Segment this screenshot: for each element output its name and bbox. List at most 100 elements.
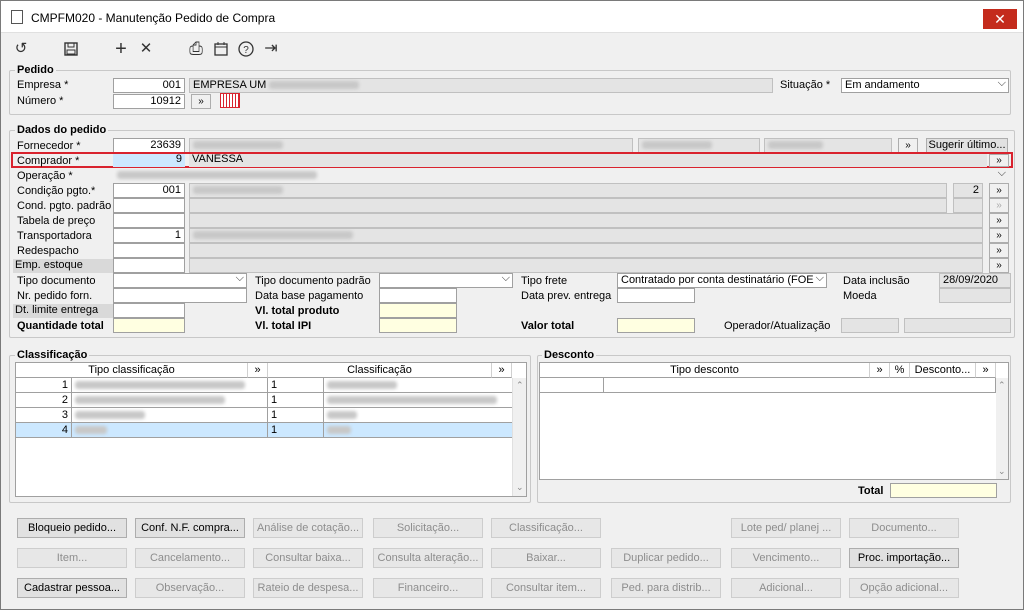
- col-percent[interactable]: %: [890, 363, 910, 378]
- fornecedor-code-field[interactable]: 23639: [113, 138, 185, 153]
- table-row[interactable]: 1 1: [16, 378, 514, 393]
- code-cell: 1: [268, 423, 324, 438]
- col-tipo-desconto[interactable]: Tipo desconto: [540, 363, 870, 378]
- help-icon[interactable]: ?: [236, 39, 256, 59]
- col-classificacao-lookup-button[interactable]: »: [492, 363, 512, 378]
- scroll-down-icon[interactable]: ⌄: [998, 466, 1006, 477]
- col-tipo-classificacao[interactable]: Tipo classificação: [16, 363, 248, 378]
- data-inclusao-label: Data inclusão: [843, 275, 910, 287]
- operador-field: [841, 318, 899, 333]
- desconto-total-field: [890, 483, 997, 498]
- emp-estoque-name-field: [189, 258, 983, 273]
- row-number: 2: [16, 393, 72, 408]
- fornecedor-lookup-button[interactable]: »: [898, 138, 918, 153]
- cadastrar-pessoa-button[interactable]: Cadastrar pessoa...: [17, 578, 127, 598]
- fornecedor-city-field: [764, 138, 892, 153]
- redespacho-lookup-button[interactable]: »: [989, 243, 1009, 258]
- tipo-frete-select[interactable]: Contratado por conta destinatário (FOE: [617, 273, 827, 288]
- undo-icon[interactable]: ↺: [11, 39, 31, 59]
- solicitação-button: Solicitação...: [373, 518, 483, 538]
- tipo-cell: [72, 378, 268, 393]
- item-button: Item...: [17, 548, 127, 568]
- data-prev-field[interactable]: [617, 288, 695, 303]
- exit-icon[interactable]: ⇥: [261, 39, 281, 59]
- operacao-label: Operação *: [17, 170, 73, 182]
- col-classificacao[interactable]: Classificação: [268, 363, 492, 378]
- tipo-documento-select[interactable]: [113, 273, 247, 288]
- delete-icon[interactable]: ✕: [136, 39, 156, 59]
- empresa-code-field[interactable]: 001: [113, 78, 185, 93]
- quantidade-total-label: Quantidade total: [17, 320, 104, 332]
- proc-importação-button[interactable]: Proc. importação...: [849, 548, 959, 568]
- situacao-select[interactable]: Em andamento: [841, 78, 1009, 93]
- cond-padrao-label: Cond. pgto. padrão: [17, 200, 112, 212]
- tipo-doc-padrao-select[interactable]: [379, 273, 513, 288]
- condicao-lookup-button[interactable]: »: [989, 183, 1009, 198]
- emp-estoque-code-field[interactable]: [113, 258, 185, 273]
- vertical-scrollbar[interactable]: ⌃ ⌄: [996, 378, 1008, 479]
- row-number: 4: [16, 423, 72, 438]
- close-button[interactable]: ✕: [983, 9, 1017, 29]
- conf-n-f-compra-button[interactable]: Conf. N.F. compra...: [135, 518, 245, 538]
- condicao-number-field: 2: [953, 183, 983, 198]
- consultar-baixa-button: Consultar baixa...: [253, 548, 363, 568]
- numero-field[interactable]: 10912: [113, 94, 185, 109]
- nr-pedido-field[interactable]: [113, 288, 247, 303]
- condicao-code-field[interactable]: 001: [113, 183, 185, 198]
- calendar-icon[interactable]: [211, 39, 231, 59]
- transportadora-code-field[interactable]: 1: [113, 228, 185, 243]
- dt-limite-field[interactable]: [113, 303, 185, 318]
- col-desconto[interactable]: Desconto...: [910, 363, 976, 378]
- table-row[interactable]: 3 1: [16, 408, 514, 423]
- emp-estoque-label: Emp. estoque: [13, 259, 113, 273]
- print-icon[interactable]: ⎙: [186, 39, 206, 59]
- data-base-label: Data base pagamento: [255, 290, 364, 302]
- tabela-code-field[interactable]: [113, 213, 185, 228]
- scroll-up-icon[interactable]: ⌃: [516, 380, 524, 391]
- ped-para-distrib-button: Ped. para distrib...: [611, 578, 721, 598]
- transportadora-label: Transportadora: [17, 230, 92, 242]
- transportadora-lookup-button[interactable]: »: [989, 228, 1009, 243]
- bloqueio-pedido-button[interactable]: Bloqueio pedido...: [17, 518, 127, 538]
- condicao-name-field: [189, 183, 947, 198]
- desconto-title: Desconto: [542, 349, 597, 361]
- fornecedor-doc-field: [638, 138, 760, 153]
- numero-lookup-button[interactable]: »: [191, 94, 211, 109]
- classificacao-cell: [324, 393, 514, 408]
- code-cell: 1: [268, 408, 324, 423]
- sugerir-ultimo-button[interactable]: Sugerir último...: [926, 138, 1008, 153]
- data-base-field[interactable]: [379, 288, 457, 303]
- operacao-select[interactable]: [113, 168, 1009, 183]
- comprador-lookup-button[interactable]: »: [989, 154, 1009, 167]
- vertical-scrollbar[interactable]: ⌃ ⌄: [512, 378, 526, 496]
- add-icon[interactable]: +: [111, 39, 131, 59]
- situacao-label: Situação *: [780, 79, 831, 91]
- col-tipo-lookup-button[interactable]: »: [248, 363, 268, 378]
- atualizacao-field: [904, 318, 1011, 333]
- comprador-code-field[interactable]: 9: [113, 154, 185, 167]
- valor-total-label: Valor total: [521, 320, 575, 332]
- table-row[interactable]: 2 1: [16, 393, 514, 408]
- table-row-selected[interactable]: 4 1: [16, 423, 514, 438]
- col-desconto-lookup-button[interactable]: »: [976, 363, 996, 378]
- calendar-red-icon[interactable]: [220, 93, 240, 108]
- scroll-up-icon[interactable]: ⌃: [998, 380, 1006, 391]
- table-row[interactable]: [540, 378, 996, 393]
- desconto-table: Tipo desconto » % Desconto... » ⌃ ⌄: [539, 362, 1009, 480]
- col-tipo-desconto-lookup-button[interactable]: »: [870, 363, 890, 378]
- tabela-label: Tabela de preço: [17, 215, 96, 227]
- condicao-label: Condição pgto.*: [17, 185, 96, 197]
- tabela-lookup-button[interactable]: »: [989, 213, 1009, 228]
- redespacho-code-field[interactable]: [113, 243, 185, 258]
- save-icon[interactable]: [61, 39, 81, 59]
- row-number: 1: [16, 378, 72, 393]
- duplicar-pedido-button: Duplicar pedido...: [611, 548, 721, 568]
- code-cell: 1: [268, 378, 324, 393]
- scroll-down-icon[interactable]: ⌄: [516, 482, 524, 493]
- window-title: CMPFM020 - Manutenção Pedido de Compra: [31, 11, 276, 25]
- cond-padrao-field[interactable]: [113, 198, 185, 213]
- code-cell: 1: [268, 393, 324, 408]
- vencimento-button: Vencimento...: [731, 548, 841, 568]
- emp-estoque-lookup-button[interactable]: »: [989, 258, 1009, 273]
- quantidade-total-field: [113, 318, 185, 333]
